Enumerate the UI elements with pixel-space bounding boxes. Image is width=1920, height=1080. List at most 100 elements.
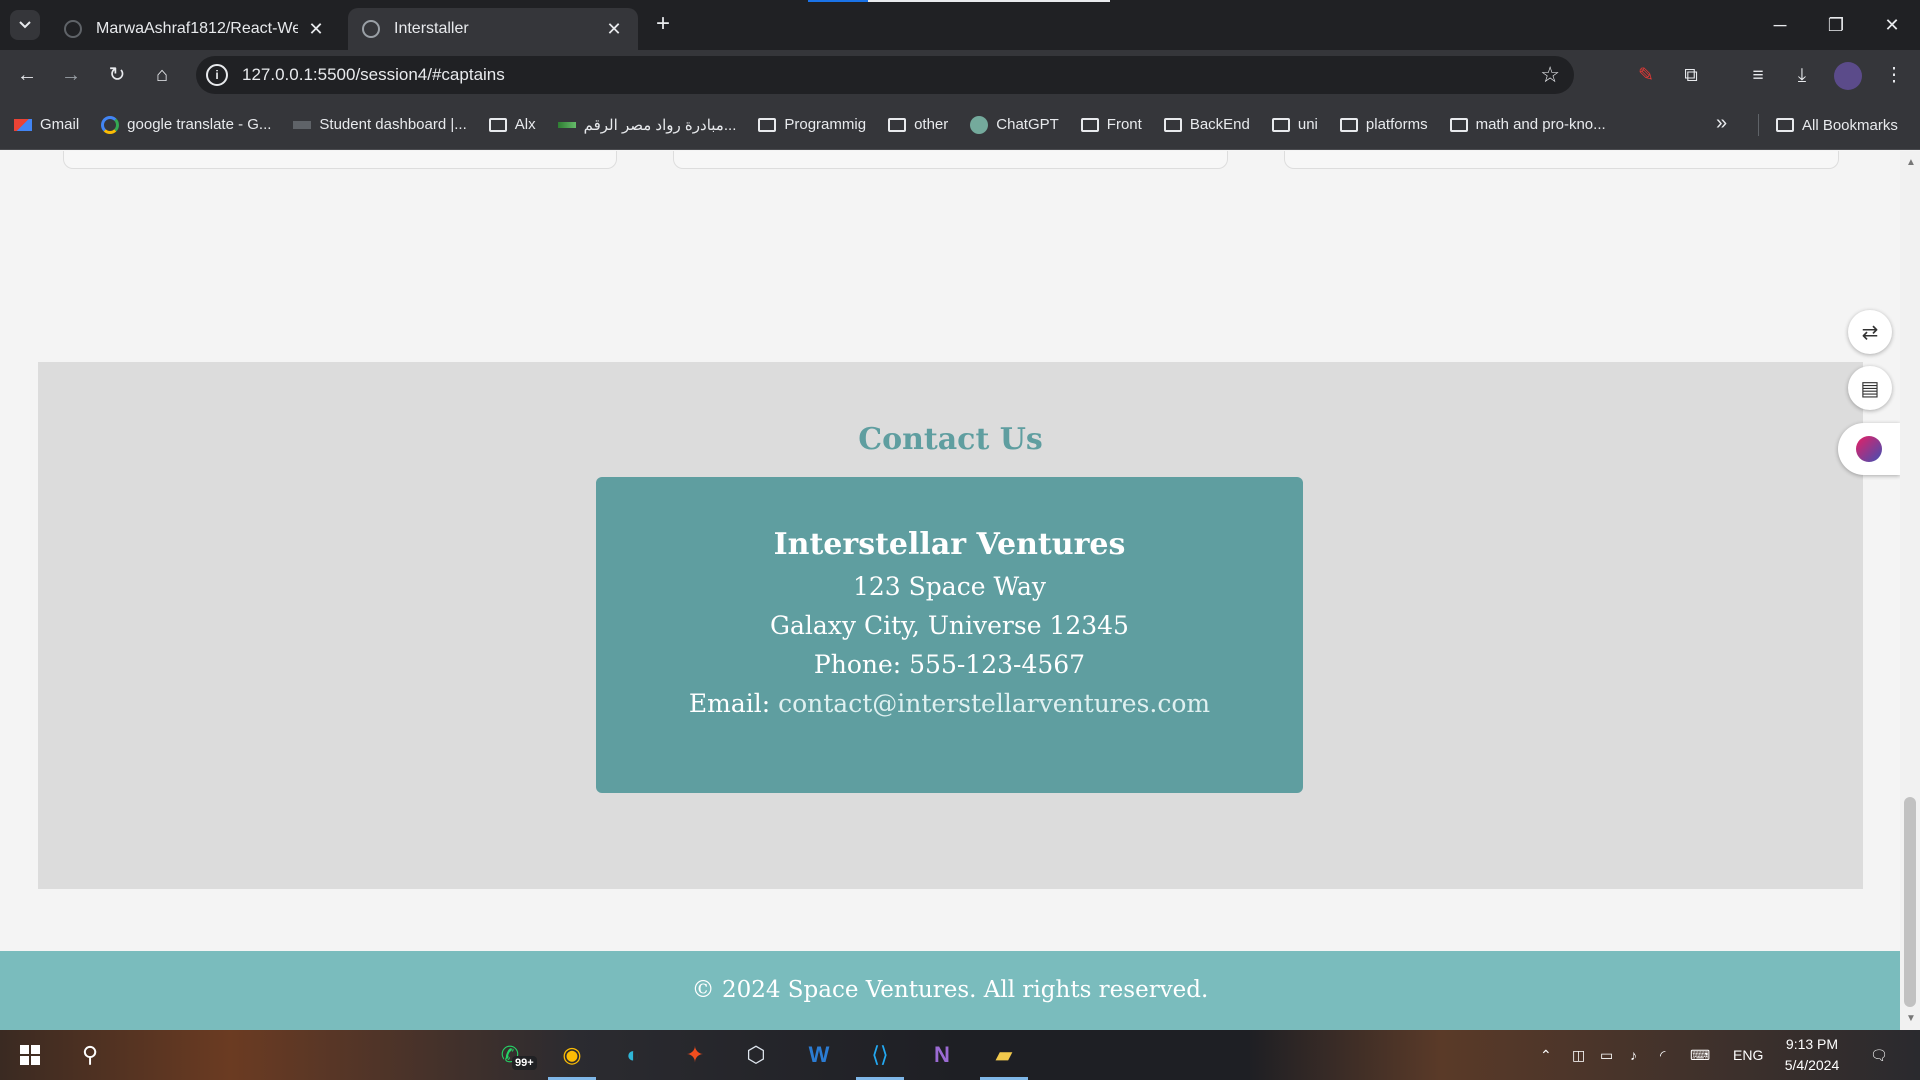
notification-badge: 99+ [512, 1056, 537, 1070]
google-icon [101, 115, 120, 134]
captain-card [1284, 151, 1839, 169]
clock-time: 9:13 PM [1785, 1036, 1839, 1052]
visual-studio-icon[interactable]: N [924, 1038, 960, 1072]
file-explorer-icon[interactable]: ▰ [980, 1038, 1028, 1080]
bookmark-rowad[interactable]: مبادرة رواد مصر الرقم... [557, 116, 737, 134]
minimize-button[interactable]: ─ [1752, 0, 1808, 50]
tab-search-button[interactable] [10, 10, 40, 40]
keyboard-icon[interactable]: ⌨ [1690, 1030, 1710, 1080]
all-bookmarks-label: All Bookmarks [1802, 116, 1898, 134]
camera-icon[interactable]: ◫ [1572, 1030, 1585, 1080]
address-line-2: Galaxy City, Universe 12345 [770, 611, 1129, 640]
system-clock[interactable]: 9:13 PM 5/4/2024 [1770, 1034, 1854, 1076]
close-icon[interactable]: ✕ [604, 19, 624, 40]
bookmark-label: Front [1106, 116, 1142, 133]
scroll-up-icon[interactable]: ▲ [1906, 157, 1916, 168]
folder-icon [1776, 118, 1794, 132]
restore-button[interactable]: ❐ [1808, 0, 1864, 50]
address-line-1: 123 Space Way [853, 572, 1046, 601]
folder-icon [1339, 117, 1358, 132]
email-label: Email: [688, 689, 771, 718]
bookmark-label: مبادرة رواد مصر الرقم... [583, 116, 737, 134]
new-tab-button[interactable]: + [650, 12, 676, 38]
virtualbox-icon[interactable]: ⬡ [738, 1038, 774, 1072]
email-line: Email: contact@interstellarventures.com [596, 689, 1303, 718]
chevron-down-icon [19, 21, 31, 29]
download-icon[interactable]: ⤓ [1788, 62, 1816, 90]
bookmark-chatgpt[interactable]: ChatGPT [970, 115, 1059, 134]
profile-avatar[interactable] [1834, 62, 1862, 90]
vscode-icon[interactable]: ⟨⟩ [856, 1038, 904, 1080]
bookmark-folder-programmig[interactable]: Programmig [758, 116, 866, 133]
folder-icon [1271, 117, 1290, 132]
bookmark-folder-platforms[interactable]: platforms [1339, 116, 1428, 133]
bookmark-student-dashboard[interactable]: Student dashboard |... [293, 116, 467, 133]
address-bar[interactable]: i 127.0.0.1:5500/session4/#captains ☆ [196, 56, 1574, 94]
back-button[interactable]: ← [14, 62, 40, 88]
pen-extension-icon[interactable]: ✎ [1632, 62, 1660, 90]
bookmark-folder-front[interactable]: Front [1080, 116, 1142, 133]
start-button[interactable] [12, 1038, 48, 1072]
all-bookmarks-button[interactable]: All Bookmarks [1776, 100, 1898, 150]
bookmark-folder-backend[interactable]: BackEnd [1163, 116, 1250, 133]
close-icon[interactable]: ✕ [306, 19, 326, 40]
scroll-down-icon[interactable]: ▼ [1906, 1013, 1916, 1024]
scrollbar-thumb[interactable] [1904, 797, 1916, 1007]
forward-button[interactable]: → [58, 62, 84, 88]
whatsapp-icon[interactable]: ✆ 99+ [492, 1038, 537, 1072]
battery-icon[interactable]: ▭ [1600, 1030, 1613, 1080]
site-info-icon[interactable]: i [206, 64, 228, 86]
chrome-icon[interactable]: ◉ [548, 1038, 596, 1080]
bookmark-folder-other[interactable]: other [888, 116, 948, 133]
extensions-icon[interactable]: ⧉ [1677, 62, 1705, 90]
ai-assistant-icon[interactable] [1838, 423, 1900, 475]
bookmark-folder-uni[interactable]: uni [1271, 116, 1318, 133]
contact-heading: Contact Us [858, 422, 1043, 457]
volume-icon[interactable]: ♪ [1630, 1030, 1637, 1080]
email-link[interactable]: contact@interstellarventures.com [778, 689, 1210, 718]
tab-loading-indicator [808, 0, 1110, 2]
search-icon[interactable]: ⚲ [72, 1038, 108, 1072]
reader-mode-icon[interactable]: ▤ [1848, 366, 1892, 410]
page-viewport: Contact Us Interstellar Ventures 123 Spa… [0, 151, 1900, 1030]
more-bookmarks-icon[interactable]: » [1716, 112, 1727, 135]
gmail-icon [14, 118, 32, 131]
close-window-button[interactable]: ✕ [1864, 0, 1920, 50]
bookmark-google-translate[interactable]: google translate - G... [101, 115, 271, 134]
show-hidden-icons[interactable]: ⌃ [1540, 1030, 1552, 1080]
rowad-icon [557, 121, 576, 128]
figma-icon[interactable]: ✦ [677, 1038, 713, 1072]
word-icon[interactable]: W [801, 1038, 837, 1072]
folder-icon [888, 117, 907, 132]
notifications-icon[interactable]: 🗨 [1870, 1030, 1888, 1080]
bookmark-folder-math[interactable]: math and pro-kno... [1449, 116, 1606, 133]
bookmarks-divider [1758, 114, 1759, 136]
captain-card [63, 151, 617, 169]
folder-icon [1163, 117, 1182, 132]
folder-icon [1080, 117, 1099, 132]
chatgpt-icon [970, 115, 989, 134]
reload-button[interactable]: ↻ [104, 62, 130, 88]
page-scrollbar[interactable]: ▲ ▼ [1900, 151, 1920, 1030]
browser-toolbar: ← → ↻ ⌂ i 127.0.0.1:5500/session4/#capta… [0, 50, 1920, 100]
bookmark-label: ChatGPT [996, 116, 1059, 133]
home-button[interactable]: ⌂ [149, 62, 175, 88]
brain-icon [1856, 436, 1882, 462]
tab-github[interactable]: MarwaAshraf1812/React-Web-D ✕ [50, 8, 340, 50]
bookmark-star-icon[interactable]: ☆ [1540, 62, 1560, 88]
translate-tool-icon[interactable]: ⇄ [1848, 310, 1892, 354]
menu-icon[interactable]: ⋮ [1880, 62, 1908, 90]
edge-icon[interactable]: ◐ [615, 1038, 651, 1072]
media-controls-icon[interactable]: ≡ [1744, 62, 1772, 90]
bookmark-gmail[interactable]: Gmail [14, 116, 79, 133]
bookmark-folder-alx[interactable]: Alx [488, 116, 536, 133]
tab-title: MarwaAshraf1812/React-Web-D [96, 20, 298, 37]
github-icon [64, 20, 82, 38]
tab-interstaller[interactable]: Interstaller ✕ [348, 8, 638, 50]
language-indicator[interactable]: ENG [1733, 1030, 1763, 1080]
url-text[interactable]: 127.0.0.1:5500/session4/#captains [242, 65, 1540, 85]
bookmark-label: Gmail [40, 116, 80, 133]
site-footer: © 2024 Space Ventures. All rights reserv… [0, 951, 1900, 1030]
wifi-icon[interactable]: ◜ [1660, 1030, 1665, 1080]
bookmark-label: Student dashboard |... [319, 116, 467, 133]
